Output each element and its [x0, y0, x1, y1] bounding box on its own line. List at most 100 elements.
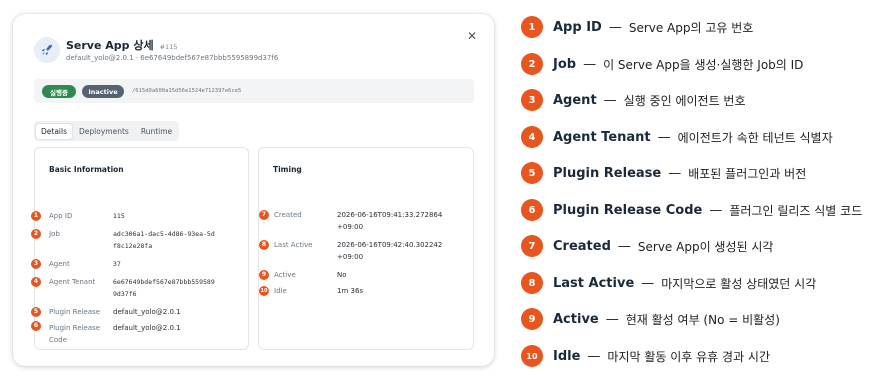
legend-term: Plugin Release Code [553, 202, 703, 218]
value-agent-tenant: 6e67649bdef567e87bbb559589 [113, 278, 215, 286]
legend-item: 8 Last Active — 마지막으로 활성 상태였던 시각 [521, 271, 816, 295]
legend-term: Agent [553, 92, 597, 108]
legend-separator: — [641, 275, 655, 291]
marker-1: 1 [31, 211, 41, 221]
value-job: adc306a1-dac5-4d86-93ea-5d [113, 230, 215, 238]
legend-marker: 6 [521, 199, 543, 221]
dialog-title-id: #115 [159, 43, 178, 51]
legend-item: 10 Idle — 마지막 활동 이후 유휴 경과 시간 [521, 344, 770, 368]
value-active: No [337, 271, 347, 279]
marker-2: 2 [31, 229, 41, 239]
legend-item: 4 Agent Tenant — 에이전트가 속한 테넌트 식별자 [521, 125, 833, 149]
legend-term: Plugin Release [553, 165, 662, 181]
label-plugin-release-code-cont: Code [49, 336, 67, 344]
basic-information-panel: Basic Information 1 App ID 115 2 Job adc… [31, 147, 249, 350]
running-badge: 실행중 [42, 85, 76, 98]
legend-term: Idle [553, 348, 581, 364]
legend-description: 이 Serve App을 생성·실행한 Job의 ID [603, 57, 804, 72]
legend-marker: 7 [521, 235, 543, 257]
label-job: Job [49, 230, 60, 238]
legend-marker: 4 [521, 126, 543, 148]
legend-marker: 5 [521, 162, 543, 184]
value-last-active-cont: +09:00 [337, 253, 364, 261]
legend-term: App ID [553, 19, 602, 35]
value-agent: 37 [113, 260, 121, 268]
legend-description: Serve App이 생성된 시각 [637, 239, 774, 254]
legend-term: Agent Tenant [553, 129, 651, 145]
legend-item: 9 Active — 현재 활성 여부 (No = 비활성) [521, 307, 780, 331]
tab-bar: Details Deployments Runtime [34, 121, 180, 141]
legend-separator: — [709, 202, 723, 218]
legend-separator: — [668, 165, 682, 181]
legend-term: Active [553, 311, 599, 327]
legend-item: 2 Job — 이 Serve App을 생성·실행한 Job의 ID [521, 52, 803, 76]
legend-separator: — [617, 238, 631, 254]
legend-description: 마지막으로 활성 상태였던 시각 [661, 276, 817, 291]
marker-5: 5 [31, 307, 41, 317]
serve-app-detail-dialog: Serve App 상세 #115 default_yolo@2.0.1 · 6… [13, 14, 494, 366]
legend-term: Created [553, 238, 611, 254]
dialog-title: Serve App 상세 [66, 39, 154, 52]
legend-marker: 10 [521, 345, 543, 367]
legend-separator: — [603, 92, 617, 108]
legend-separator: — [605, 311, 619, 327]
marker-7: 7 [259, 210, 269, 220]
basic-information-title: Basic Information [49, 165, 124, 174]
label-agent-tenant: Agent Tenant [49, 278, 96, 286]
marker-8: 8 [259, 240, 269, 250]
status-bar: 실행중 Inactive /615d0a600a15d56e1524e71239… [34, 79, 474, 103]
label-plugin-release-code: Plugin Release [49, 324, 101, 332]
timing-panel: Timing 7 Created 2026-06-16T09:41:33.272… [258, 147, 474, 350]
legend-item: 5 Plugin Release — 배포된 플러그인과 버전 [521, 161, 806, 185]
legend-description: 에이전트가 속한 테넌트 식별자 [677, 130, 833, 145]
dialog-title-row: Serve App 상세 #115 [66, 37, 177, 53]
marker-9: 9 [259, 270, 269, 280]
legend-term: Job [553, 56, 577, 72]
legend-separator: — [657, 129, 671, 145]
legend-item: 3 Agent — 실행 중인 에이전트 번호 [521, 88, 746, 112]
tab-details[interactable]: Details [36, 123, 73, 139]
value-plugin-release: default_yolo@2.0.1 [113, 308, 181, 316]
legend-marker: 3 [521, 89, 543, 111]
legend-item: 6 Plugin Release Code — 플러그인 릴리즈 식별 코드 [521, 198, 862, 222]
legend-description: Serve App의 고유 번호 [628, 20, 754, 35]
value-idle: 1m 36s [337, 287, 364, 295]
label-plugin-release: Plugin Release [49, 308, 101, 316]
label-agent: Agent [49, 260, 70, 268]
dialog-subtitle: default_yolo@2.0.1 · 6e67649bdef567e87bb… [66, 54, 279, 62]
tab-runtime[interactable]: Runtime [136, 124, 177, 139]
marker-10: 10 [259, 286, 269, 296]
value-last-active: 2026-06-16T09:42:40.302242 [337, 241, 443, 249]
legend-item: 7 Created — Serve App이 생성된 시각 [521, 234, 773, 258]
label-active: Active [274, 271, 296, 279]
label-app-id: App ID [49, 212, 73, 220]
legend-separator: — [587, 348, 601, 364]
legend-marker: 9 [521, 308, 543, 330]
status-path: /615d0a600a15d56e1524e712397e6ce5 [132, 88, 242, 94]
legend-marker: 1 [521, 16, 543, 38]
legend-marker: 8 [521, 272, 543, 294]
value-app-id: 115 [113, 212, 125, 220]
marker-6: 6 [31, 321, 41, 331]
value-agent-tenant-cont: 9d37f6 [113, 290, 137, 298]
legend-description: 실행 중인 에이전트 번호 [623, 93, 746, 108]
label-idle: Idle [274, 287, 287, 295]
value-plugin-release-code: default_yolo@2.0.1 [113, 324, 181, 332]
tab-deployments[interactable]: Deployments [74, 124, 134, 139]
value-created: 2026-06-16T09:41:33.272864 [337, 211, 443, 219]
marker-3: 3 [31, 259, 41, 269]
close-icon[interactable]: ✕ [467, 30, 477, 42]
legend-description: 플러그인 릴리즈 식별 코드 [729, 203, 863, 218]
legend-item: 1 App ID — Serve App의 고유 번호 [521, 15, 753, 39]
value-created-cont: +09:00 [337, 223, 364, 231]
legend-description: 마지막 활동 이후 유휴 경과 시간 [607, 349, 771, 364]
legend-marker: 2 [521, 53, 543, 75]
legend-description: 배포된 플러그인과 버전 [688, 166, 807, 181]
legend-term: Last Active [553, 275, 635, 291]
legend-separator: — [608, 19, 622, 35]
value-job-cont: f8c12e28fa [113, 242, 153, 250]
label-created: Created [274, 211, 302, 219]
timing-title: Timing [273, 165, 302, 174]
inactive-badge: Inactive [82, 85, 124, 98]
legend-description: 현재 활성 여부 (No = 비활성) [625, 312, 780, 327]
